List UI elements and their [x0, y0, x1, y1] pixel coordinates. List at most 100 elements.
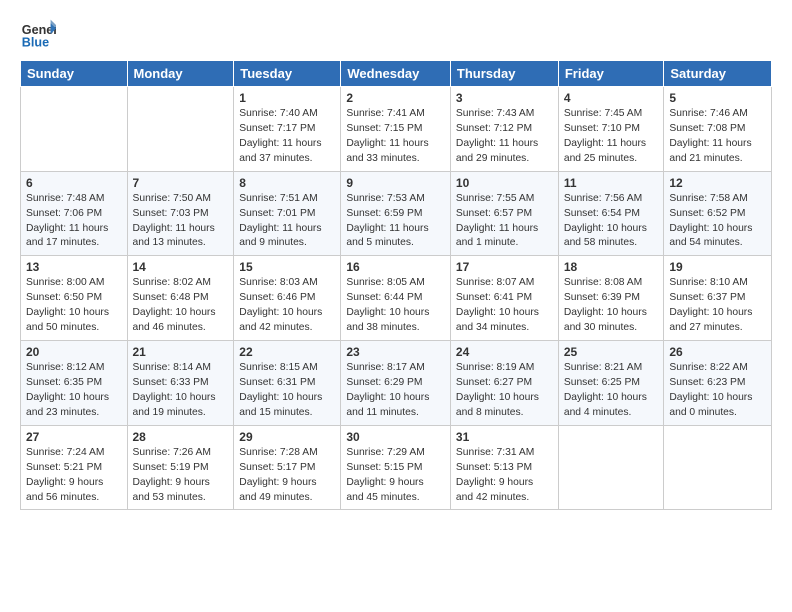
week-row-4: 27 Sunrise: 7:24 AM Sunset: 5:21 PM Dayli… — [21, 425, 772, 510]
day-detail: Sunrise: 8:02 AM Sunset: 6:48 PM Dayligh… — [133, 276, 229, 336]
day-number: 28 — [133, 430, 229, 444]
day-detail: Sunrise: 7:58 AM Sunset: 6:52 PM Dayligh… — [669, 192, 766, 252]
logo: General Blue — [20, 16, 56, 52]
header-thursday: Thursday — [450, 61, 558, 87]
day-detail: Sunrise: 7:29 AM Sunset: 5:15 PM Dayligh… — [346, 446, 445, 506]
header-wednesday: Wednesday — [341, 61, 451, 87]
day-detail: Sunrise: 8:19 AM Sunset: 6:27 PM Dayligh… — [456, 361, 553, 421]
calendar-cell: 7 Sunrise: 7:50 AM Sunset: 7:03 PM Daylig… — [127, 171, 234, 256]
calendar-cell: 11Sunrise: 7:56 AM Sunset: 6:54 PM Dayli… — [558, 171, 664, 256]
calendar-cell: 1Sunrise: 7:40 AM Sunset: 7:17 PM Daylig… — [234, 87, 341, 172]
calendar-cell — [558, 425, 664, 510]
header-friday: Friday — [558, 61, 664, 87]
day-number: 18 — [564, 260, 659, 274]
week-row-1: 6 Sunrise: 7:48 AM Sunset: 7:06 PM Daylig… — [21, 171, 772, 256]
calendar-cell: 4Sunrise: 7:45 AM Sunset: 7:10 PM Daylig… — [558, 87, 664, 172]
day-number: 22 — [239, 345, 335, 359]
header: General Blue — [20, 16, 772, 52]
day-detail: Sunrise: 7:46 AM Sunset: 7:08 PM Dayligh… — [669, 107, 766, 167]
day-number: 11 — [564, 176, 659, 190]
calendar-cell — [21, 87, 128, 172]
calendar-cell: 12 Sunrise: 7:58 AM Sunset: 6:52 PM Dayli… — [664, 171, 772, 256]
day-number: 21 — [133, 345, 229, 359]
day-number: 10 — [456, 176, 553, 190]
day-number: 16 — [346, 260, 445, 274]
day-number: 17 — [456, 260, 553, 274]
calendar-cell: 28 Sunrise: 7:26 AM Sunset: 5:19 PM Dayli… — [127, 425, 234, 510]
header-monday: Monday — [127, 61, 234, 87]
day-number: 3 — [456, 91, 553, 105]
day-number: 8 — [239, 176, 335, 190]
day-number: 24 — [456, 345, 553, 359]
day-number: 23 — [346, 345, 445, 359]
day-detail: Sunrise: 7:40 AM Sunset: 7:17 PM Dayligh… — [239, 107, 335, 167]
day-number: 2 — [346, 91, 445, 105]
day-detail: Sunrise: 8:15 AM Sunset: 6:31 PM Dayligh… — [239, 361, 335, 421]
day-detail: Sunrise: 7:48 AM Sunset: 7:06 PM Dayligh… — [26, 192, 122, 252]
day-number: 5 — [669, 91, 766, 105]
day-detail: Sunrise: 8:22 AM Sunset: 6:23 PM Dayligh… — [669, 361, 766, 421]
calendar-cell: 5 Sunrise: 7:46 AM Sunset: 7:08 PM Daylig… — [664, 87, 772, 172]
day-detail: Sunrise: 7:51 AM Sunset: 7:01 PM Dayligh… — [239, 192, 335, 252]
calendar-cell: 23 Sunrise: 8:17 AM Sunset: 6:29 PM Dayli… — [341, 341, 451, 426]
calendar-header-row: SundayMondayTuesdayWednesdayThursdayFrid… — [21, 61, 772, 87]
calendar-cell: 15Sunrise: 8:03 AM Sunset: 6:46 PM Dayli… — [234, 256, 341, 341]
calendar-cell: 18 Sunrise: 8:08 AM Sunset: 6:39 PM Dayli… — [558, 256, 664, 341]
day-number: 26 — [669, 345, 766, 359]
calendar-cell: 9Sunrise: 7:53 AM Sunset: 6:59 PM Daylig… — [341, 171, 451, 256]
day-number: 6 — [26, 176, 122, 190]
day-detail: Sunrise: 7:55 AM Sunset: 6:57 PM Dayligh… — [456, 192, 553, 252]
logo-icon: General Blue — [20, 16, 56, 52]
day-detail: Sunrise: 8:00 AM Sunset: 6:50 PM Dayligh… — [26, 276, 122, 336]
calendar-cell: 2 Sunrise: 7:41 AM Sunset: 7:15 PM Daylig… — [341, 87, 451, 172]
week-row-3: 20Sunrise: 8:12 AM Sunset: 6:35 PM Dayli… — [21, 341, 772, 426]
day-detail: Sunrise: 8:07 AM Sunset: 6:41 PM Dayligh… — [456, 276, 553, 336]
day-detail: Sunrise: 7:45 AM Sunset: 7:10 PM Dayligh… — [564, 107, 659, 167]
day-detail: Sunrise: 7:41 AM Sunset: 7:15 PM Dayligh… — [346, 107, 445, 167]
calendar-cell: 8 Sunrise: 7:51 AM Sunset: 7:01 PM Daylig… — [234, 171, 341, 256]
day-detail: Sunrise: 8:12 AM Sunset: 6:35 PM Dayligh… — [26, 361, 122, 421]
day-detail: Sunrise: 8:08 AM Sunset: 6:39 PM Dayligh… — [564, 276, 659, 336]
week-row-0: 1Sunrise: 7:40 AM Sunset: 7:17 PM Daylig… — [21, 87, 772, 172]
day-number: 15 — [239, 260, 335, 274]
day-number: 12 — [669, 176, 766, 190]
header-tuesday: Tuesday — [234, 61, 341, 87]
day-detail: Sunrise: 7:26 AM Sunset: 5:19 PM Dayligh… — [133, 446, 229, 506]
day-detail: Sunrise: 7:31 AM Sunset: 5:13 PM Dayligh… — [456, 446, 553, 506]
calendar-cell: 16 Sunrise: 8:05 AM Sunset: 6:44 PM Dayli… — [341, 256, 451, 341]
day-number: 7 — [133, 176, 229, 190]
day-number: 30 — [346, 430, 445, 444]
calendar-cell — [664, 425, 772, 510]
day-number: 25 — [564, 345, 659, 359]
calendar: SundayMondayTuesdayWednesdayThursdayFrid… — [20, 60, 772, 510]
calendar-cell: 24 Sunrise: 8:19 AM Sunset: 6:27 PM Dayli… — [450, 341, 558, 426]
calendar-cell: 30 Sunrise: 7:29 AM Sunset: 5:15 PM Dayli… — [341, 425, 451, 510]
calendar-cell: 31 Sunrise: 7:31 AM Sunset: 5:13 PM Dayli… — [450, 425, 558, 510]
calendar-cell: 21 Sunrise: 8:14 AM Sunset: 6:33 PM Dayli… — [127, 341, 234, 426]
day-detail: Sunrise: 8:14 AM Sunset: 6:33 PM Dayligh… — [133, 361, 229, 421]
day-detail: Sunrise: 8:21 AM Sunset: 6:25 PM Dayligh… — [564, 361, 659, 421]
calendar-cell: 6 Sunrise: 7:48 AM Sunset: 7:06 PM Daylig… — [21, 171, 128, 256]
calendar-cell: 3Sunrise: 7:43 AM Sunset: 7:12 PM Daylig… — [450, 87, 558, 172]
day-detail: Sunrise: 7:28 AM Sunset: 5:17 PM Dayligh… — [239, 446, 335, 506]
calendar-cell: 29 Sunrise: 7:28 AM Sunset: 5:17 PM Dayli… — [234, 425, 341, 510]
day-detail: Sunrise: 7:24 AM Sunset: 5:21 PM Dayligh… — [26, 446, 122, 506]
calendar-cell: 19Sunrise: 8:10 AM Sunset: 6:37 PM Dayli… — [664, 256, 772, 341]
page: General Blue SundayMondayTuesdayWednesda… — [0, 0, 792, 520]
day-detail: Sunrise: 8:10 AM Sunset: 6:37 PM Dayligh… — [669, 276, 766, 336]
week-row-2: 13Sunrise: 8:00 AM Sunset: 6:50 PM Dayli… — [21, 256, 772, 341]
svg-text:Blue: Blue — [22, 36, 49, 50]
calendar-cell — [127, 87, 234, 172]
calendar-cell: 10 Sunrise: 7:55 AM Sunset: 6:57 PM Dayli… — [450, 171, 558, 256]
calendar-cell: 13Sunrise: 8:00 AM Sunset: 6:50 PM Dayli… — [21, 256, 128, 341]
day-detail: Sunrise: 7:53 AM Sunset: 6:59 PM Dayligh… — [346, 192, 445, 252]
day-number: 27 — [26, 430, 122, 444]
calendar-cell: 17 Sunrise: 8:07 AM Sunset: 6:41 PM Dayli… — [450, 256, 558, 341]
day-detail: Sunrise: 7:50 AM Sunset: 7:03 PM Dayligh… — [133, 192, 229, 252]
day-number: 29 — [239, 430, 335, 444]
day-number: 31 — [456, 430, 553, 444]
day-detail: Sunrise: 8:05 AM Sunset: 6:44 PM Dayligh… — [346, 276, 445, 336]
calendar-cell: 20Sunrise: 8:12 AM Sunset: 6:35 PM Dayli… — [21, 341, 128, 426]
day-detail: Sunrise: 8:17 AM Sunset: 6:29 PM Dayligh… — [346, 361, 445, 421]
calendar-cell: 27 Sunrise: 7:24 AM Sunset: 5:21 PM Dayli… — [21, 425, 128, 510]
